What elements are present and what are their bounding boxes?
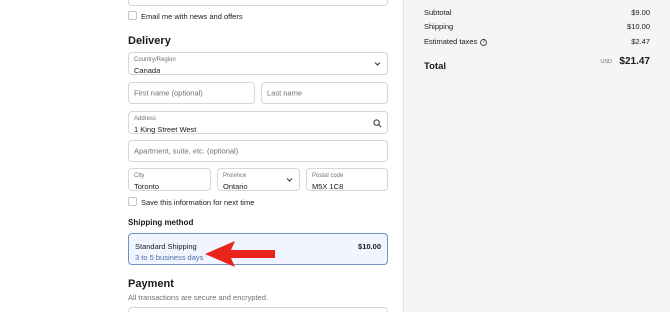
- save-info-checkbox[interactable]: [128, 197, 137, 206]
- province-value: Ontario: [223, 182, 248, 191]
- save-info-label: Save this information for next time: [141, 198, 255, 207]
- apartment-placeholder: Apartment, suite, etc. (optional): [134, 146, 239, 156]
- apartment-input[interactable]: Apartment, suite, etc. (optional): [128, 140, 388, 162]
- city-value: Toronto: [134, 182, 160, 191]
- city-label: City: [134, 173, 145, 179]
- order-summary: Subtotal $9.00 Shipping $10.00 Estimated…: [403, 0, 670, 312]
- postal-code-value: M5X 1C8: [312, 182, 344, 191]
- province-label: Province: [223, 173, 247, 179]
- search-icon[interactable]: [373, 119, 382, 128]
- total-row: Total USD $21.47: [424, 56, 650, 74]
- checkout-form: Email me with news and offers Delivery C…: [0, 0, 403, 312]
- email-opt-in-label: Email me with news and offers: [141, 12, 243, 21]
- taxes-row: Estimated taxes? $2.47: [424, 37, 650, 46]
- currency-code: USD: [600, 59, 612, 65]
- email-field[interactable]: [128, 0, 388, 6]
- shipping-value: $10.00: [627, 22, 650, 31]
- chevron-down-icon: [286, 178, 293, 182]
- first-name-input[interactable]: First name (optional): [128, 82, 255, 104]
- shipping-label: Shipping: [424, 22, 454, 31]
- postal-code-input[interactable]: Postal code M5X 1C8: [306, 168, 388, 191]
- last-name-placeholder: Last name: [267, 88, 303, 98]
- payment-heading: Payment: [128, 278, 174, 290]
- email-opt-in-checkbox[interactable]: [128, 11, 137, 20]
- shipping-row: Shipping $10.00: [424, 22, 650, 31]
- payment-note: All transactions are secure and encrypte…: [128, 293, 269, 302]
- delivery-heading: Delivery: [128, 35, 171, 47]
- shipping-method-heading: Shipping method: [128, 218, 194, 227]
- subtotal-row: Subtotal $9.00: [424, 8, 650, 17]
- payment-box[interactable]: [128, 307, 388, 312]
- taxes-label: Estimated taxes: [424, 37, 478, 46]
- address-label: Address: [134, 116, 157, 122]
- country-label: Country/Region: [134, 57, 176, 63]
- last-name-input[interactable]: Last name: [261, 82, 388, 104]
- subtotal-value: $9.00: [631, 8, 650, 17]
- country-value: Canada: [134, 66, 161, 75]
- total-value: $21.47: [619, 56, 650, 67]
- info-icon[interactable]: ?: [480, 38, 488, 46]
- postal-code-label: Postal code: [312, 173, 344, 179]
- taxes-value: $2.47: [631, 37, 650, 46]
- country-select[interactable]: Country/Region Canada: [128, 52, 388, 75]
- total-label: Total: [424, 61, 446, 72]
- shipping-option-name: Standard Shipping: [135, 242, 197, 251]
- arrow-annotation: [205, 241, 275, 267]
- city-input[interactable]: City Toronto: [128, 168, 211, 191]
- first-name-placeholder: First name (optional): [134, 88, 203, 98]
- shipping-option-price: $10.00: [358, 242, 381, 251]
- subtotal-label: Subtotal: [424, 8, 452, 17]
- shipping-option-days: 3 to 5 business days: [135, 253, 204, 262]
- address-input[interactable]: Address 1 King Street West: [128, 111, 388, 134]
- province-select[interactable]: Province Ontario: [217, 168, 300, 191]
- address-value: 1 King Street West: [134, 125, 197, 134]
- chevron-down-icon: [374, 62, 381, 66]
